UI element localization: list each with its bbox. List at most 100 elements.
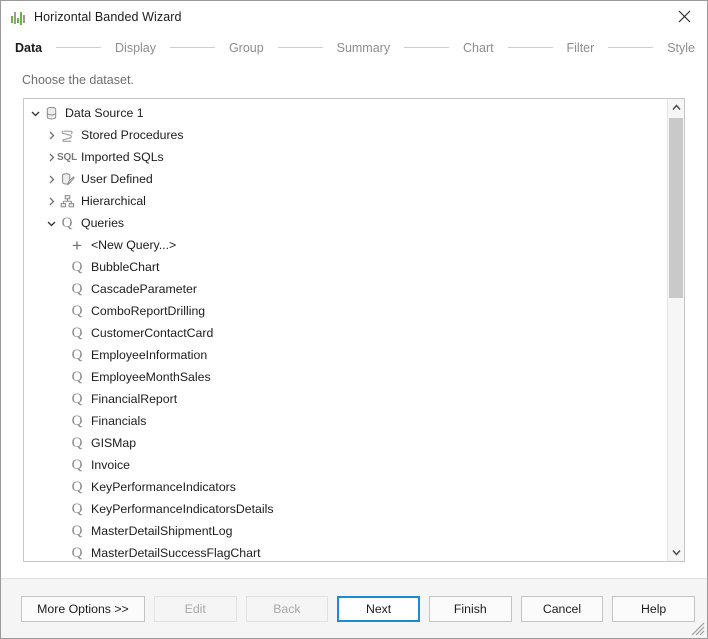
query-list: QBubbleChartQCascadeParameterQComboRepor…: [24, 256, 667, 561]
tree-item-label: KeyPerformanceIndicatorsDetails: [91, 503, 273, 515]
step-display[interactable]: Display: [115, 41, 156, 55]
edit-button: Edit: [154, 596, 237, 622]
tree-item-query[interactable]: Q EmployeeMonthSales: [24, 366, 667, 388]
tree-item-label: KeyPerformanceIndicators: [91, 481, 236, 493]
finish-button[interactable]: Finish: [429, 596, 512, 622]
database-icon: [42, 104, 60, 122]
tree-item-query[interactable]: QMasterDetailShipmentLog: [24, 520, 667, 542]
help-button[interactable]: Help: [612, 596, 695, 622]
user-defined-icon: [58, 170, 76, 188]
query-icon: Q: [68, 346, 86, 364]
step-connector: [608, 47, 653, 48]
dataset-panel-wrap: Data Source 1 Store: [1, 98, 707, 578]
resize-grip-icon[interactable]: [691, 622, 705, 636]
step-data[interactable]: Data: [15, 41, 42, 55]
dataset-tree-panel: Data Source 1 Store: [23, 98, 685, 562]
tree-item-query[interactable]: Q FinancialReport: [24, 388, 667, 410]
hierarchical-icon: [58, 192, 76, 210]
tree-item-data-source[interactable]: Data Source 1: [24, 102, 667, 124]
scrollbar-track[interactable]: [668, 116, 684, 544]
query-icon: Q: [68, 434, 86, 452]
query-icon: Q: [68, 390, 86, 408]
step-connector: [508, 47, 553, 48]
footer-bar: More Options >> Edit Back Next Finish Ca…: [1, 578, 707, 638]
tree-item-user-defined[interactable]: User Defined: [24, 168, 667, 190]
step-connector: [278, 47, 323, 48]
tree-item-label: BubbleChart: [91, 261, 159, 273]
query-icon: Q: [68, 368, 86, 386]
tree-item-query[interactable]: Q KeyPerformanceIndicatorsDetails: [24, 498, 667, 520]
step-connector: [56, 47, 101, 48]
wizard-window: Horizontal Banded Wizard Data Display Gr…: [0, 0, 708, 639]
scroll-down-icon[interactable]: [668, 544, 684, 561]
step-group[interactable]: Group: [229, 41, 264, 55]
step-filter[interactable]: Filter: [567, 41, 595, 55]
tree-item-stored-procedures[interactable]: Stored Procedures: [24, 124, 667, 146]
tree-item-label: CascadeParameter: [91, 283, 197, 295]
tree-item-query[interactable]: QInvoice: [24, 454, 667, 476]
tree-item-query[interactable]: Q EmployeeInformation: [24, 344, 667, 366]
tree-item-label: MasterDetailShipmentLog: [91, 525, 233, 537]
tree-item-imported-sqls[interactable]: SQL Imported SQLs: [24, 146, 667, 168]
step-chart[interactable]: Chart: [463, 41, 494, 55]
tree-item-new-query[interactable]: + <New Query...>: [24, 234, 667, 256]
title-bar: Horizontal Banded Wizard: [1, 1, 707, 33]
tree-item-label: EmployeeMonthSales: [91, 371, 211, 383]
query-icon: Q: [68, 456, 86, 474]
tree-item-label: EmployeeInformation: [91, 349, 207, 361]
query-icon: Q: [68, 302, 86, 320]
tree-item-query[interactable]: Q GISMap: [24, 432, 667, 454]
wizard-steps: Data Display Group Summary Chart Filter …: [1, 33, 707, 62]
chevron-right-icon[interactable]: [44, 146, 58, 168]
more-options-button[interactable]: More Options >>: [21, 596, 145, 622]
tree-item-label: User Defined: [81, 173, 153, 185]
tree-item-queries[interactable]: Q Queries: [24, 212, 667, 234]
tree-item-label: FinancialReport: [91, 393, 177, 405]
tree-item-query[interactable]: Q ComboReportDrilling: [24, 300, 667, 322]
tree-item-query[interactable]: QBubbleChart: [24, 256, 667, 278]
step-connector: [404, 47, 449, 48]
chevron-right-icon[interactable]: [44, 168, 58, 190]
query-icon: Q: [68, 544, 86, 561]
query-icon: Q: [68, 280, 86, 298]
step-summary[interactable]: Summary: [337, 41, 390, 55]
close-icon[interactable]: [662, 1, 707, 32]
next-button[interactable]: Next: [337, 596, 420, 622]
scroll-up-icon[interactable]: [668, 99, 684, 116]
query-icon: Q: [68, 500, 86, 518]
bar-chart-icon: [9, 8, 27, 26]
query-icon: Q: [58, 214, 76, 232]
tree-item-label: GISMap: [91, 437, 136, 449]
cancel-button[interactable]: Cancel: [521, 596, 604, 622]
dataset-tree: Data Source 1 Store: [24, 99, 667, 561]
step-style[interactable]: Style: [667, 41, 695, 55]
tree-item-label: ComboReportDrilling: [91, 305, 205, 317]
chevron-right-icon[interactable]: [44, 190, 58, 212]
scrollbar-thumb[interactable]: [669, 118, 683, 298]
query-icon: Q: [68, 324, 86, 342]
tree-item-label: Hierarchical: [81, 195, 146, 207]
tree-item-hierarchical[interactable]: Hierarchical: [24, 190, 667, 212]
tree-item-query[interactable]: Q MasterDetailSuccessFlagChart: [24, 542, 667, 561]
plus-icon: +: [68, 236, 86, 254]
tree-item-label: Imported SQLs: [81, 151, 164, 163]
tree-item-query[interactable]: QFinancials: [24, 410, 667, 432]
tree-item-label: Data Source 1: [65, 107, 144, 119]
step-hint: Choose the dataset.: [1, 62, 707, 98]
chevron-down-icon[interactable]: [44, 212, 58, 234]
chevron-down-icon[interactable]: [28, 102, 42, 124]
tree-item-query[interactable]: Q KeyPerformanceIndicators: [24, 476, 667, 498]
tree-item-label: Queries: [81, 217, 124, 229]
tree-vertical-scrollbar[interactable]: [667, 99, 684, 561]
tree-item-query[interactable]: QCustomerContactCard: [24, 322, 667, 344]
stored-procedure-icon: [58, 126, 76, 144]
query-icon: Q: [68, 478, 86, 496]
tree-item-label: Stored Procedures: [81, 129, 184, 141]
step-connector: [170, 47, 215, 48]
back-button: Back: [246, 596, 329, 622]
tree-item-label: Financials: [91, 415, 146, 427]
chevron-right-icon[interactable]: [44, 124, 58, 146]
tree-item-query[interactable]: Q CascadeParameter: [24, 278, 667, 300]
sql-icon: SQL: [58, 148, 76, 166]
tree-item-label: MasterDetailSuccessFlagChart: [91, 547, 261, 559]
